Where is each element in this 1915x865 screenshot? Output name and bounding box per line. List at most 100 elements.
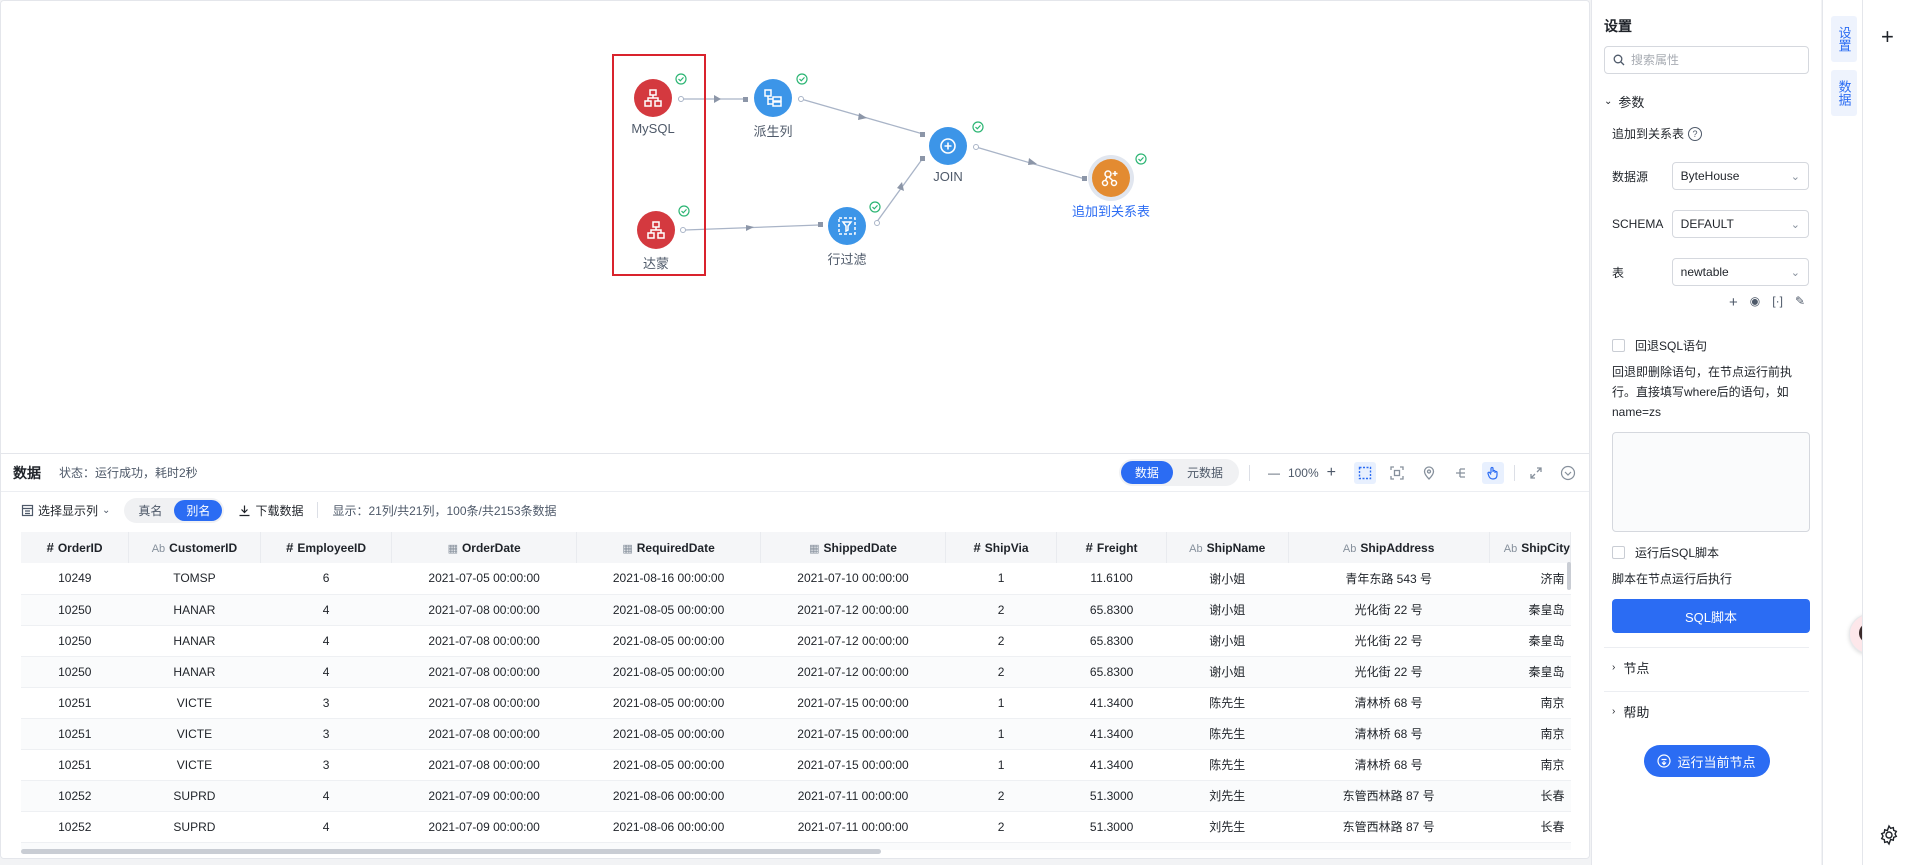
- node-section-toggle[interactable]: › 节点: [1604, 647, 1809, 677]
- node-mysql[interactable]: MySQL: [593, 73, 713, 136]
- data-panel-header: 数据 状态：运行成功，耗时2秒 数据 元数据 — 100% +: [1, 454, 1589, 492]
- run-current-node-button[interactable]: 运行当前节点: [1643, 745, 1770, 777]
- table-row[interactable]: 10252SUPRD42021-07-09 00:00:002021-08-06…: [21, 780, 1571, 812]
- table-cell: 51.3000: [1056, 811, 1167, 843]
- table-cell: 10250: [21, 594, 129, 626]
- post-sql-option[interactable]: 运行后SQL脚本: [1604, 544, 1809, 561]
- tab-data[interactable]: 数据: [1120, 461, 1173, 484]
- column-header-requireddate[interactable]: ▦ RequiredDate: [576, 532, 762, 563]
- column-header-shipaddress[interactable]: Ab ShipAddress: [1288, 532, 1490, 563]
- column-header-customerid[interactable]: Ab CustomerID: [128, 532, 261, 563]
- table-cell: 刘先生: [1166, 842, 1289, 850]
- column-name: ShipCity: [1521, 540, 1570, 555]
- table-cell: 2021-07-05 00:00:00: [391, 563, 577, 595]
- divider: [1248, 464, 1250, 481]
- auto-layout-icon[interactable]: [1450, 462, 1472, 484]
- column-header-shipcity[interactable]: Ab ShipCity: [1489, 532, 1571, 563]
- real-name-toggle[interactable]: 真名: [126, 500, 174, 521]
- gear-icon[interactable]: [1878, 824, 1900, 846]
- table-row[interactable]: 10252SUPRD42021-07-09 00:00:002021-08-06…: [21, 811, 1571, 843]
- datasource-value: ByteHouse: [1680, 169, 1740, 183]
- edit-icon[interactable]: ✎: [1795, 294, 1805, 311]
- collapse-panel-icon[interactable]: [1557, 462, 1579, 484]
- divider: [1514, 464, 1515, 481]
- table-cell: 2021-07-11 00:00:00: [760, 780, 946, 812]
- download-data-button[interactable]: 下载数据: [238, 502, 303, 519]
- success-check-icon: [796, 73, 808, 85]
- node-dameng[interactable]: 达蒙: [596, 205, 716, 272]
- expand-icon[interactable]: [1525, 462, 1547, 484]
- question-icon[interactable]: ?: [1688, 126, 1703, 141]
- node-row-filter[interactable]: 行过滤: [787, 201, 907, 268]
- select-columns-button[interactable]: 选择显示列 ⌄: [21, 502, 110, 519]
- rollback-sql-textarea[interactable]: [1612, 432, 1810, 532]
- rollback-checkbox[interactable]: [1612, 339, 1625, 352]
- field-mapping-icon[interactable]: [·]: [1772, 294, 1783, 311]
- table-cell: 2021-08-05 00:00:00: [576, 594, 761, 626]
- help-section-toggle[interactable]: › 帮助: [1604, 691, 1809, 721]
- date-type-icon: ▦: [622, 542, 633, 555]
- column-name: ShippedDate: [823, 540, 897, 555]
- node-append-table[interactable]: 追加到关系表: [1051, 153, 1171, 220]
- post-sql-checkbox[interactable]: [1612, 546, 1625, 559]
- column-header-shipname[interactable]: Ab ShipName: [1166, 532, 1289, 563]
- vtab-settings[interactable]: 设置: [1831, 16, 1857, 62]
- sql-script-button[interactable]: SQL脚本: [1612, 599, 1810, 633]
- rollback-sql-option[interactable]: 回退SQL语句: [1604, 337, 1809, 354]
- number-type-icon: #: [286, 540, 294, 555]
- table-cell: 2021-07-15 00:00:00: [760, 687, 946, 719]
- vertical-scrollbar[interactable]: [1567, 562, 1571, 590]
- node-derived-column[interactable]: 派生列: [713, 73, 833, 140]
- column-header-freight[interactable]: # Freight: [1056, 532, 1167, 563]
- preview-icon[interactable]: ◉: [1750, 294, 1760, 311]
- chevron-right-icon: ›: [1612, 706, 1616, 717]
- horizontal-scrollbar[interactable]: [21, 849, 881, 854]
- property-search[interactable]: [1604, 46, 1809, 74]
- table-cell: 1: [945, 749, 1057, 781]
- datasource-select[interactable]: ByteHouse ⌄: [1671, 162, 1809, 190]
- table-row[interactable]: 10249 TOMSP 6 2021-07-05 00:00:00 2021-08-16…: [21, 563, 1571, 595]
- box-select-icon[interactable]: [1354, 461, 1376, 484]
- add-table-icon[interactable]: +: [1729, 294, 1738, 311]
- table-tools: + ◉ [·] ✎: [1604, 294, 1809, 311]
- table-row[interactable]: 10251 VICTE 3 2021-07-08 00:00:00 2021-08-05…: [21, 687, 1571, 719]
- zoom-control: — 100% +: [1260, 464, 1344, 482]
- table-cell: 2021-07-12 00:00:00: [760, 625, 946, 657]
- schema-select[interactable]: DEFAULT ⌄: [1671, 210, 1809, 238]
- table-cell: 65.8300: [1056, 594, 1167, 626]
- table-cell: 41.3400: [1056, 687, 1167, 719]
- database-icon: [637, 211, 675, 249]
- column-header-shipvia[interactable]: # ShipVia: [945, 532, 1058, 563]
- table-cell: 长春: [1489, 780, 1571, 812]
- table-row[interactable]: 10251 VICTE 3 2021-07-08 00:00:00 2021-08-05…: [21, 718, 1571, 750]
- alias-toggle[interactable]: 别名: [174, 499, 223, 521]
- table-row[interactable]: 10250 HANAR 4 2021-07-08 00:00:00 2021-08-05…: [21, 656, 1571, 688]
- vtab-data[interactable]: 数据: [1831, 70, 1857, 116]
- hand-pan-icon[interactable]: [1482, 461, 1504, 484]
- select-columns-label: 选择显示列: [38, 503, 99, 518]
- column-header-orderdate[interactable]: ▦ OrderDate: [391, 532, 577, 563]
- locate-icon[interactable]: [1418, 462, 1440, 484]
- fit-view-icon[interactable]: [1386, 462, 1408, 484]
- tab-metadata[interactable]: 元数据: [1173, 461, 1237, 484]
- column-header-employeeid[interactable]: # EmployeeID: [260, 532, 393, 563]
- node-label: 追加到关系表: [1071, 204, 1150, 219]
- search-input[interactable]: [1631, 53, 1781, 67]
- zoom-in-icon[interactable]: +: [1327, 464, 1336, 482]
- zoom-out-icon[interactable]: —: [1268, 466, 1280, 480]
- data-table-wrap[interactable]: # OrderID Ab CustomerID # EmployeeID ▦ OrderDat…: [21, 532, 1571, 850]
- table-row[interactable]: 10250 HANAR 4 2021-07-08 00:00:00 2021-08-05…: [21, 625, 1571, 657]
- table-cell: 2: [945, 656, 1057, 688]
- table-cell: VICTE: [128, 687, 261, 719]
- flow-canvas[interactable]: MySQL 派生列 JOIN 追加到关系表 达蒙 行过滤: [1, 1, 1589, 453]
- params-section-toggle[interactable]: ⌄ 参数: [1604, 92, 1809, 111]
- table-cell: 10251: [21, 718, 129, 750]
- node-join[interactable]: JOIN: [888, 121, 1008, 184]
- table-row[interactable]: 10250 HANAR 4 2021-07-08 00:00:00 2021-08-05…: [21, 594, 1571, 626]
- column-header-shippeddate[interactable]: ▦ ShippedDate: [760, 532, 946, 563]
- column-header-orderid[interactable]: # OrderID: [21, 532, 130, 563]
- table-row[interactable]: 10251 VICTE 3 2021-07-08 00:00:00 2021-08-05…: [21, 749, 1571, 781]
- table-cell: HANAR: [128, 656, 261, 688]
- add-icon[interactable]: +: [1881, 24, 1894, 50]
- table-select[interactable]: newtable ⌄: [1671, 258, 1809, 286]
